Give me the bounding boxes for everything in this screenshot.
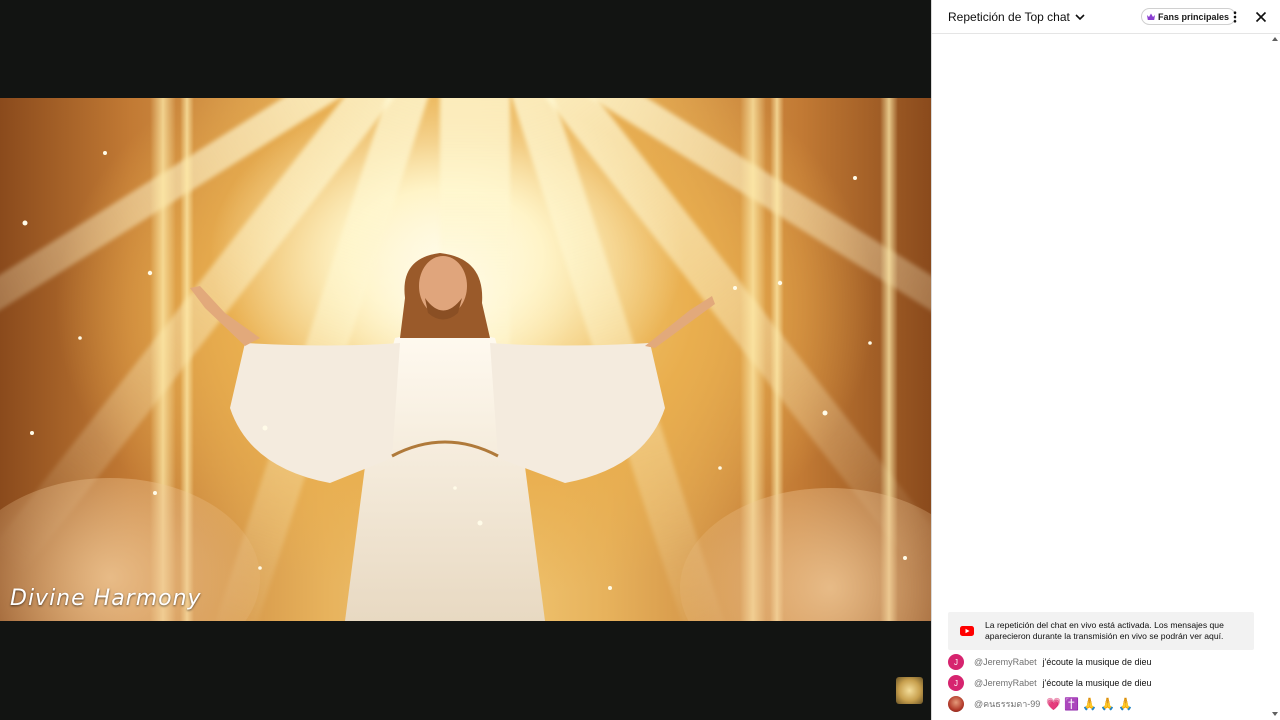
message-author[interactable]: @คนธรรมดา-99 [974,697,1040,711]
scroll-down-icon[interactable] [1271,710,1279,718]
chat-replay-notice-text: La repetición del chat en vivo está acti… [985,620,1224,641]
app-root: Divine Harmony Repetición de Top chat Fa… [0,0,1280,720]
message-text: j'écoute la musique de dieu [1042,657,1152,667]
chat-message[interactable]: J @JeremyRabet j'écoute la musique de di… [948,674,1151,692]
avatar[interactable] [948,696,964,712]
message-author[interactable]: @JeremyRabet [974,657,1037,667]
close-icon [1255,11,1267,23]
fans-principales-button[interactable]: Fans principales [1141,8,1237,25]
avatar[interactable]: J [948,654,964,670]
video-frame[interactable] [0,98,931,621]
chat-mode-label: Repetición de Top chat [948,10,1070,24]
message-emojis: 💗 ✝️ 🙏 🙏 🙏 [1046,697,1133,712]
more-vert-icon [1233,11,1237,23]
chat-header: Repetición de Top chat Fans principales [932,0,1280,34]
message-text: j'écoute la musique de dieu [1042,678,1152,688]
youtube-icon [960,626,974,636]
praying-hands-emoji: 🙏 [1100,697,1116,711]
more-options-button[interactable] [1227,8,1243,26]
chat-mode-dropdown[interactable]: Repetición de Top chat [948,10,1086,24]
video-player[interactable]: Divine Harmony [0,0,931,720]
fans-badge-label: Fans principales [1158,11,1230,22]
scroll-up-icon[interactable] [1271,35,1279,43]
chat-message[interactable]: J @JeremyRabet j'écoute la musique de di… [948,653,1151,671]
chat-message[interactable]: @คนธรรมดา-99 💗 ✝️ 🙏 🙏 🙏 [948,695,1133,713]
live-chat-panel: Repetición de Top chat Fans principales … [931,0,1280,720]
sparkles [22,151,907,590]
channel-thumbnail[interactable] [896,677,923,704]
video-caption: Divine Harmony [10,586,202,611]
message-author[interactable]: @JeremyRabet [974,678,1037,688]
chevron-down-icon [1075,14,1085,21]
praying-hands-emoji: 🙏 [1118,697,1134,711]
avatar[interactable]: J [948,675,964,691]
close-chat-button[interactable] [1253,8,1269,26]
crown-icon [1147,13,1155,20]
cross-emoji: ✝️ [1064,697,1080,711]
heart-emoji: 💗 [1046,697,1062,711]
chat-replay-notice: La repetición del chat en vivo está acti… [948,612,1254,650]
praying-hands-emoji: 🙏 [1082,697,1098,711]
